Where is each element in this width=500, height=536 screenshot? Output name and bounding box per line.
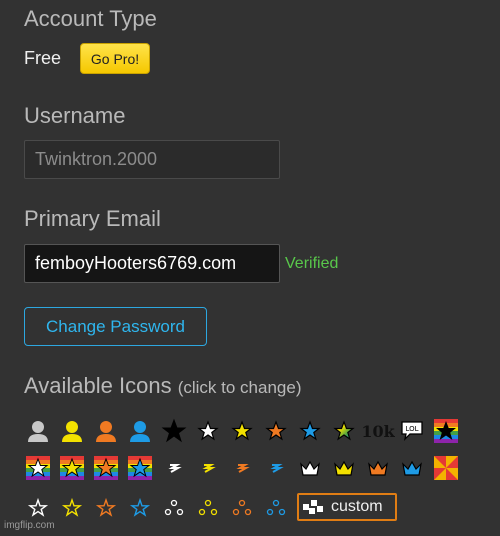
star-rainbow-icon[interactable] xyxy=(331,418,357,444)
star-outline-white-icon[interactable] xyxy=(25,495,51,521)
badge-10k-icon[interactable]: 10k xyxy=(361,418,394,444)
account-tier: Free xyxy=(24,48,62,68)
pixel-image-icon xyxy=(303,500,325,514)
triple-star-yellow-icon[interactable] xyxy=(195,495,221,521)
star-black-icon[interactable] xyxy=(161,418,187,444)
triple-star-blue-icon[interactable] xyxy=(263,495,289,521)
crown-orange-icon[interactable] xyxy=(365,455,391,481)
custom-icon-button[interactable]: custom xyxy=(297,493,397,521)
star-stripes-black-icon[interactable] xyxy=(433,418,459,444)
user-gray-icon[interactable] xyxy=(25,418,51,444)
star-outline-blue-icon[interactable] xyxy=(127,495,153,521)
user-yellow-icon[interactable] xyxy=(59,418,85,444)
go-pro-button[interactable]: Go Pro! xyxy=(80,43,150,74)
star-stripes-yellow-icon[interactable] xyxy=(59,455,85,481)
star-blue-icon[interactable] xyxy=(297,418,323,444)
lol-label: LOL xyxy=(405,425,418,433)
email-field[interactable]: femboyHooters6769.com xyxy=(24,244,280,283)
triple-star-white-icon[interactable] xyxy=(161,495,187,521)
change-password-button[interactable]: Change Password xyxy=(24,307,207,346)
user-blue-icon[interactable] xyxy=(127,418,153,444)
custom-label: custom xyxy=(331,498,383,515)
crown-blue-icon[interactable] xyxy=(399,455,425,481)
username-heading: Username xyxy=(24,103,126,128)
star-stripes-white-icon[interactable] xyxy=(25,455,51,481)
lol-speech-icon[interactable]: LOL xyxy=(399,418,425,444)
star-stripes-orange-icon[interactable] xyxy=(93,455,119,481)
star-stripes-blue-icon[interactable] xyxy=(127,455,153,481)
username-field[interactable]: Twinktron.2000 xyxy=(24,140,280,179)
imgflip-watermark: imgflip.com xyxy=(4,520,55,531)
star-outline-yellow-icon[interactable] xyxy=(59,495,85,521)
crown-white-icon[interactable] xyxy=(297,455,323,481)
available-icons-heading: Available Icons (click to change) xyxy=(24,373,301,399)
star-outline-orange-icon[interactable] xyxy=(93,495,119,521)
email-heading: Primary Email xyxy=(24,206,161,231)
available-icons-hint: (click to change) xyxy=(177,378,302,397)
star-orange-icon[interactable] xyxy=(263,418,289,444)
available-icons-title: Available Icons xyxy=(24,373,172,398)
bolt-yellow-icon[interactable] xyxy=(195,455,221,481)
sunburst-icon[interactable] xyxy=(433,455,459,481)
bolt-white-icon[interactable] xyxy=(161,455,187,481)
star-yellow-icon[interactable] xyxy=(229,418,255,444)
star-white-icon[interactable] xyxy=(195,418,221,444)
user-orange-icon[interactable] xyxy=(93,418,119,444)
verified-status: Verified xyxy=(285,255,339,272)
bolt-blue-icon[interactable] xyxy=(263,455,289,481)
account-type-heading: Account Type xyxy=(24,6,157,31)
bolt-orange-icon[interactable] xyxy=(229,455,255,481)
triple-star-orange-icon[interactable] xyxy=(229,495,255,521)
crown-yellow-icon[interactable] xyxy=(331,455,357,481)
